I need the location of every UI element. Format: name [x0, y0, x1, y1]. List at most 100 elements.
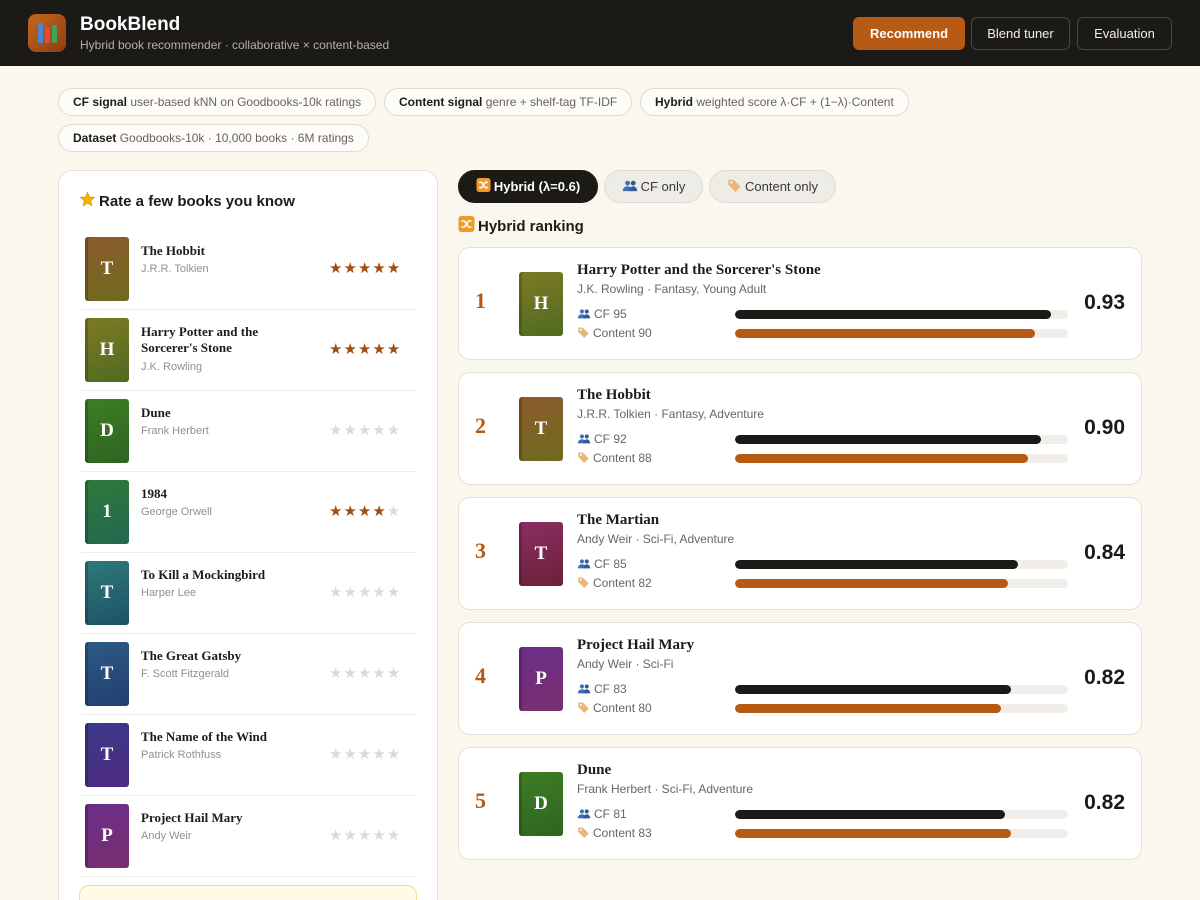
book-cover: T	[85, 237, 129, 301]
users-icon	[622, 179, 638, 195]
users-icon	[577, 683, 591, 697]
rating-star-icon[interactable]: ★	[358, 341, 372, 358]
cf-score-bar	[735, 685, 1068, 694]
rating-star-icon[interactable]: ★	[329, 341, 343, 358]
star-rating: ★★★★★	[329, 826, 401, 844]
rating-star-icon[interactable]: ★	[329, 665, 343, 682]
content-score-label: Content 80	[577, 701, 652, 716]
rating-star-icon[interactable]: ★	[343, 260, 357, 277]
rating-star-icon[interactable]: ★	[343, 503, 357, 520]
star-rating: ★★★★★	[329, 421, 401, 439]
tab-content-only[interactable]: Content only	[709, 170, 836, 203]
rating-star-icon[interactable]: ★	[343, 827, 357, 844]
recommendation-card[interactable]: 5 D Dune Frank Herbert · Sci-Fi, Adventure C…	[458, 747, 1142, 860]
recommendation-card[interactable]: 3 T The Martian Andy Weir · Sci-Fi, Adventu…	[458, 497, 1142, 610]
rating-star-icon[interactable]: ★	[372, 827, 386, 844]
cf-score-bar	[735, 310, 1068, 319]
rating-star-icon[interactable]: ★	[372, 341, 386, 358]
rating-star-icon[interactable]: ★	[387, 503, 401, 520]
recommendation-card[interactable]: 2 T The Hobbit J.R.R. Tolkien · Fantasy, Ad…	[458, 372, 1142, 485]
hybrid-score: 0.82	[1084, 666, 1125, 689]
rating-star-icon[interactable]: ★	[343, 665, 357, 682]
content-score-fill	[735, 579, 1009, 588]
blend-tuner-button[interactable]: Blend tuner	[971, 17, 1070, 50]
content-score-label: Content 82	[577, 576, 652, 591]
rating-star-icon[interactable]: ★	[372, 422, 386, 439]
tag-icon	[727, 178, 742, 195]
evaluation-button[interactable]: Evaluation	[1077, 17, 1172, 50]
rating-star-icon[interactable]: ★	[358, 422, 372, 439]
star-rating: ★★★★★	[329, 502, 401, 520]
recommend-button[interactable]: Recommend	[853, 17, 965, 50]
star-rating: ★★★★★	[329, 340, 401, 358]
rating-star-icon[interactable]: ★	[387, 746, 401, 763]
book-row: T To Kill a Mockingbird Harper Lee ★★★★★	[81, 553, 416, 634]
book-title: 1984	[141, 486, 167, 501]
top-bar: BookBlend Hybrid book recommender · coll…	[0, 0, 1200, 66]
book-row: H Harry Potter and the Sorcerer's Stone J.…	[81, 310, 416, 391]
rec-meta: J.K. Rowling · Fantasy, Young Adult	[577, 282, 767, 296]
rating-star-icon[interactable]: ★	[387, 260, 401, 277]
book-title: The Hobbit	[141, 243, 205, 258]
content-score-bar	[735, 829, 1068, 838]
book-author: J.K. Rowling	[141, 361, 203, 373]
hint-box	[79, 885, 417, 900]
recommendation-card[interactable]: 1 H Harry Potter and the Sorcerer's Stone J…	[458, 247, 1142, 360]
rating-star-icon[interactable]: ★	[358, 746, 372, 763]
rating-star-icon[interactable]: ★	[329, 260, 343, 277]
rec-meta: Andy Weir · Sci-Fi	[577, 657, 674, 671]
tag-icon	[577, 826, 590, 841]
rating-star-icon[interactable]: ★	[343, 746, 357, 763]
hybrid-chip: Hybrid weighted score λ·CF + (1−λ)·Conte…	[640, 88, 909, 116]
book-author: Harper Lee	[141, 587, 197, 599]
tab-cf-only[interactable]: CF only	[604, 170, 703, 203]
rating-star-icon[interactable]: ★	[329, 746, 343, 763]
rating-star-icon[interactable]: ★	[329, 827, 343, 844]
content-score-bar	[735, 579, 1068, 588]
rating-star-icon[interactable]: ★	[329, 422, 343, 439]
rating-star-icon[interactable]: ★	[358, 260, 372, 277]
rating-star-icon[interactable]: ★	[372, 503, 386, 520]
content-score-fill	[735, 329, 1035, 338]
app-title: BookBlend	[80, 14, 181, 35]
rating-star-icon[interactable]: ★	[387, 665, 401, 682]
rating-star-icon[interactable]: ★	[329, 584, 343, 601]
rating-star-icon[interactable]: ★	[358, 584, 372, 601]
rating-star-icon[interactable]: ★	[372, 665, 386, 682]
rec-meta: Frank Herbert · Sci-Fi, Adventure	[577, 782, 754, 796]
content-score-label: Content 88	[577, 451, 652, 466]
rating-star-icon[interactable]: ★	[343, 422, 357, 439]
book-row: P Project Hail Mary Andy Weir ★★★★★	[81, 796, 416, 877]
rating-star-icon[interactable]: ★	[372, 260, 386, 277]
rating-star-icon[interactable]: ★	[343, 341, 357, 358]
star-rating: ★★★★★	[329, 259, 401, 277]
rating-star-icon[interactable]: ★	[343, 584, 357, 601]
rating-star-icon[interactable]: ★	[358, 827, 372, 844]
content-score-fill	[735, 454, 1029, 463]
rate-panel-title: Rate a few books you know	[79, 191, 295, 211]
rating-star-icon[interactable]: ★	[372, 746, 386, 763]
book-author: Frank Herbert	[141, 425, 209, 437]
dataset-chip: Dataset Goodbooks-10k · 10,000 books · 6…	[58, 124, 369, 152]
hybrid-score: 0.93	[1084, 291, 1125, 314]
rec-meta: Andy Weir · Sci-Fi, Adventure	[577, 532, 735, 546]
content-score-bar	[735, 329, 1068, 338]
content-signal-chip: Content signal genre + shelf-tag TF-IDF	[384, 88, 633, 116]
book-row: 1 1984 George Orwell ★★★★★	[81, 472, 416, 553]
rating-star-icon[interactable]: ★	[387, 341, 401, 358]
rating-star-icon[interactable]: ★	[387, 422, 401, 439]
shuffle-icon	[458, 216, 475, 236]
cf-score-fill	[735, 685, 1012, 694]
book-author: F. Scott Fitzgerald	[141, 668, 230, 680]
books-icon	[28, 14, 66, 52]
rating-star-icon[interactable]: ★	[372, 584, 386, 601]
rating-star-icon[interactable]: ★	[387, 827, 401, 844]
rating-star-icon[interactable]: ★	[358, 665, 372, 682]
book-cover: D	[519, 772, 563, 836]
rating-star-icon[interactable]: ★	[387, 584, 401, 601]
recommendation-card[interactable]: 4 P Project Hail Mary Andy Weir · Sci-Fi CF …	[458, 622, 1142, 735]
tab-hybrid[interactable]: Hybrid (λ=0.6)	[458, 170, 598, 203]
rating-star-icon[interactable]: ★	[329, 503, 343, 520]
cf-signal-chip: CF signal user-based kNN on Goodbooks-10…	[58, 88, 377, 116]
rating-star-icon[interactable]: ★	[358, 503, 372, 520]
